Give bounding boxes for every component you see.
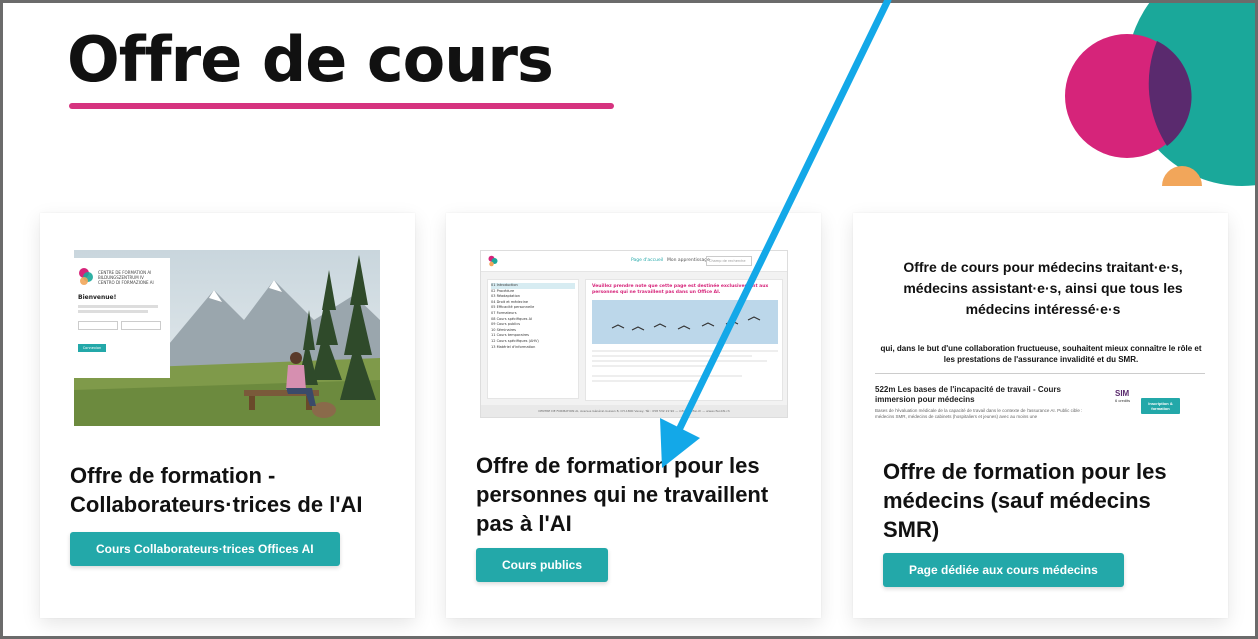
doctors-subheading: qui, dans le but d'une collaboration fru… bbox=[880, 344, 1202, 364]
thumbnail-public-page-screenshot: Page d'accueil Mon apprentissage Champ d… bbox=[480, 250, 788, 418]
cfai-logo-icon bbox=[79, 268, 93, 285]
course-title[interactable]: 522m Les bases de l'incapacité de travai… bbox=[875, 385, 1085, 405]
course-description: Bases de l'évaluation médicale de la cap… bbox=[875, 408, 1083, 419]
menu-item[interactable]: 13 Matériel d'information bbox=[491, 345, 575, 351]
sim-logo: SIM bbox=[1115, 389, 1130, 398]
login-button[interactable]: Connexion bbox=[78, 344, 106, 352]
card-public-training: Page d'accueil Mon apprentissage Champ d… bbox=[446, 213, 821, 618]
nav-learning-link[interactable]: Mon apprentissage bbox=[667, 258, 710, 263]
doctors-courses-button[interactable]: Page dédiée aux cours médecins bbox=[883, 553, 1124, 587]
welcome-text: Bienvenue! bbox=[78, 294, 117, 301]
register-course-button[interactable]: Inscription & formation bbox=[1141, 398, 1180, 414]
search-input[interactable]: Champ de recherche bbox=[706, 256, 752, 266]
page-footer: CENTRE DE FORMATION AI, Avenue Général-G… bbox=[481, 405, 787, 417]
divider bbox=[875, 373, 1205, 374]
logo-line: CENTRE DE FORMATION AI bbox=[98, 269, 152, 275]
decorative-circles bbox=[1065, 3, 1255, 186]
nav-home-link[interactable]: Page d'accueil bbox=[631, 258, 663, 263]
title-underline bbox=[69, 103, 614, 109]
card-staff-training: CENTRE DE FORMATION AI BILDUNGSZENTRUM I… bbox=[40, 213, 415, 618]
username-field[interactable] bbox=[78, 321, 118, 330]
notice-text: Veuillez prendre note que cette page est… bbox=[592, 284, 769, 295]
card-title: Offre de formation pour les personnes qu… bbox=[476, 453, 769, 536]
logo-line: CENTRO DI FORMAZIONE AI bbox=[98, 279, 154, 285]
page-frame: Offre de cours CENTRE DE FORMATION AI BI… bbox=[0, 0, 1258, 639]
public-courses-button[interactable]: Cours publics bbox=[476, 548, 609, 582]
thumbnail-login-screenshot: CENTRE DE FORMATION AI BILDUNGSZENTRUM I… bbox=[74, 250, 380, 426]
birds-banner-image bbox=[592, 300, 778, 344]
doctors-heading: Offre de cours pour médecins traitant·e·… bbox=[903, 259, 1183, 317]
login-panel: CENTRE DE FORMATION AI BILDUNGSZENTRUM I… bbox=[74, 258, 170, 378]
staff-courses-button[interactable]: Cours Collaborateurs·trices Offices AI bbox=[70, 532, 340, 566]
password-field[interactable] bbox=[121, 321, 161, 330]
card-title: Offre de formation pour les médecins (sa… bbox=[883, 459, 1167, 542]
page-title: Offre de cours bbox=[67, 23, 554, 96]
cfai-logo-icon bbox=[488, 255, 498, 267]
card-title: Offre de formation - Collaborateurs·tric… bbox=[70, 463, 363, 517]
card-doctors-training: Offre de cours pour médecins traitant·e·… bbox=[853, 213, 1228, 618]
